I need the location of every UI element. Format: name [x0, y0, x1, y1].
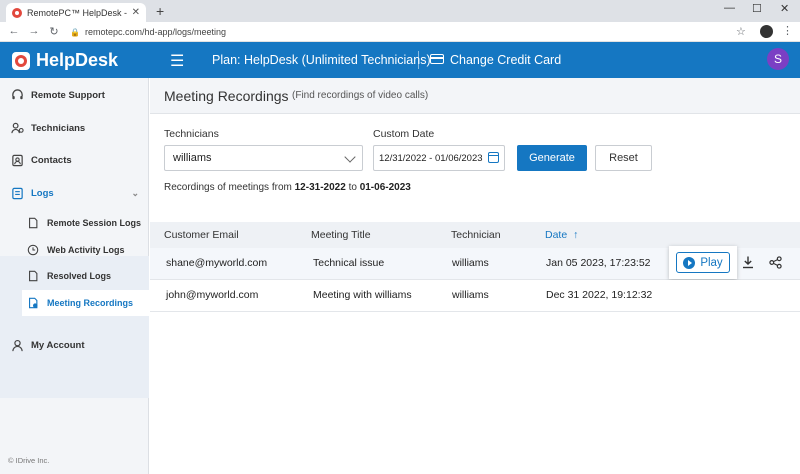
cell-date: Dec 31 2022, 19:12:32 — [546, 289, 653, 301]
column-header-date-label: Date — [545, 229, 568, 241]
custom-date-label: Custom Date — [373, 128, 435, 140]
sidebar-item-web-activity-logs[interactable]: Web Activity Logs — [0, 241, 149, 259]
sidebar-item-technicians[interactable]: Technicians — [0, 119, 149, 137]
column-header-email[interactable]: Customer Email — [164, 229, 239, 241]
cell-date: Jan 05 2023, 17:23:52 — [546, 257, 651, 269]
chevron-down-icon — [344, 151, 356, 163]
range-to: 01-06-2023 — [359, 182, 411, 193]
sidebar-item-label: Web Activity Logs — [47, 245, 125, 255]
app-header: HelpDesk ☰ Plan: HelpDesk (Unlimited Tec… — [0, 42, 800, 78]
user-icon — [10, 338, 24, 352]
browser-menu-icon[interactable]: ⋮ — [782, 24, 793, 37]
sidebar-item-meeting-recordings[interactable]: Meeting Recordings — [22, 290, 149, 316]
page-subtitle: (Find recordings of video calls) — [292, 90, 429, 101]
document-icon — [26, 216, 40, 230]
copyright-text: © IDrive Inc. — [8, 456, 50, 465]
sidebar-item-resolved-logs[interactable]: Resolved Logs — [0, 267, 149, 285]
change-credit-card-link[interactable]: Change Credit Card — [450, 53, 561, 67]
cell-email: john@myworld.com — [166, 289, 259, 301]
browser-address-bar: ← → ↻ 🔒 remotepc.com/hd-app/logs/meeting… — [0, 22, 800, 42]
technicians-label: Technicians — [164, 128, 219, 140]
sidebar-item-label: Technicians — [31, 122, 86, 134]
sidebar-item-label: Contacts — [31, 154, 72, 166]
play-label: Play — [700, 256, 723, 269]
logs-icon — [10, 186, 24, 200]
technician-select-value: williams — [173, 152, 212, 164]
column-header-title[interactable]: Meeting Title — [311, 229, 371, 241]
browser-profile-icon[interactable] — [760, 25, 773, 38]
new-tab-button[interactable]: + — [156, 3, 164, 19]
minimize-icon[interactable]: — — [724, 2, 735, 14]
browser-tabstrip: RemotePC™ HelpDesk - Web Act ✕ + — ☐ ✕ — [0, 0, 800, 22]
sidebar-item-my-account[interactable]: My Account — [0, 336, 149, 354]
credit-card-icon[interactable] — [430, 54, 444, 64]
browser-tab-title: RemotePC™ HelpDesk - Web Act — [27, 7, 128, 18]
cell-email: shane@myworld.com — [166, 257, 268, 269]
sidebar-item-label: Meeting Recordings — [47, 298, 134, 308]
tab-close-icon[interactable]: ✕ — [132, 7, 140, 18]
maximize-icon[interactable]: ☐ — [752, 2, 762, 15]
download-icon[interactable] — [741, 255, 755, 269]
chevron-down-icon[interactable]: ⌄ — [131, 188, 139, 199]
sidebar-item-remote-session-logs[interactable]: Remote Session Logs — [0, 214, 149, 232]
play-icon — [683, 256, 696, 269]
forward-icon[interactable]: → — [26, 25, 42, 37]
sidebar-item-label: Remote Support — [31, 89, 105, 101]
bookmark-star-icon[interactable]: ☆ — [736, 25, 746, 38]
share-icon[interactable] — [769, 256, 782, 269]
window-close-icon[interactable]: ✕ — [780, 2, 789, 15]
cell-title: Meeting with williams — [313, 289, 412, 301]
user-avatar[interactable]: S — [767, 48, 789, 70]
date-range-input[interactable]: 12/31/2022 - 01/06/2023 — [373, 145, 505, 171]
clock-icon — [26, 243, 40, 257]
back-icon[interactable]: ← — [6, 25, 22, 37]
calendar-icon[interactable] — [488, 152, 499, 163]
range-from: 12-31-2022 — [294, 182, 346, 193]
column-header-technician[interactable]: Technician — [451, 229, 501, 241]
cell-technician: williams — [452, 289, 489, 301]
recordings-range-text: Recordings of meetings from 12-31-2022 t… — [164, 182, 411, 193]
helpdesk-logo[interactable]: HelpDesk — [12, 50, 118, 71]
reload-icon[interactable]: ↻ — [46, 25, 62, 38]
url-field[interactable]: 🔒 remotepc.com/hd-app/logs/meeting — [70, 25, 760, 39]
range-to-word: to — [348, 182, 357, 193]
brand-name: HelpDesk — [36, 50, 119, 70]
page-title: Meeting Recordings — [164, 88, 289, 104]
sidebar-item-label: Logs — [31, 187, 54, 199]
sidebar-item-label: Resolved Logs — [47, 271, 112, 281]
cell-technician: williams — [452, 257, 489, 269]
contacts-icon — [10, 153, 24, 167]
plan-text: Plan: HelpDesk (Unlimited Technicians) — [212, 53, 431, 67]
date-range-value: 12/31/2022 - 01/06/2023 — [379, 152, 483, 164]
sidebar-item-logs[interactable]: Logs ⌄ — [0, 184, 149, 202]
technicians-icon — [10, 121, 24, 135]
range-prefix: Recordings of meetings from — [164, 182, 292, 193]
remotepc-favicon-icon — [12, 7, 22, 18]
sidebar-item-remote-support[interactable]: Remote Support — [0, 86, 149, 104]
helpdesk-logo-icon — [12, 51, 30, 70]
reset-button[interactable]: Reset — [595, 145, 652, 171]
sidebar-item-contacts[interactable]: Contacts — [0, 151, 149, 169]
browser-tab[interactable]: RemotePC™ HelpDesk - Web Act ✕ — [6, 3, 146, 22]
generate-button[interactable]: Generate — [517, 145, 587, 171]
sidebar-item-label: Remote Session Logs — [47, 218, 142, 228]
url-text: remotepc.com/hd-app/logs/meeting — [84, 27, 227, 37]
sidebar-item-label: My Account — [31, 339, 85, 351]
cell-title: Technical issue — [313, 257, 385, 269]
lock-icon: 🔒 — [70, 27, 80, 37]
column-header-date[interactable]: Date ↑ — [545, 229, 578, 241]
document-icon — [26, 269, 40, 283]
headset-icon — [10, 88, 24, 102]
sort-ascending-icon: ↑ — [573, 229, 579, 241]
technician-select[interactable]: williams — [164, 145, 363, 171]
play-button[interactable]: Play — [676, 252, 730, 273]
header-divider — [418, 51, 419, 69]
recording-icon — [26, 296, 40, 310]
hamburger-menu-icon[interactable]: ☰ — [170, 51, 184, 71]
